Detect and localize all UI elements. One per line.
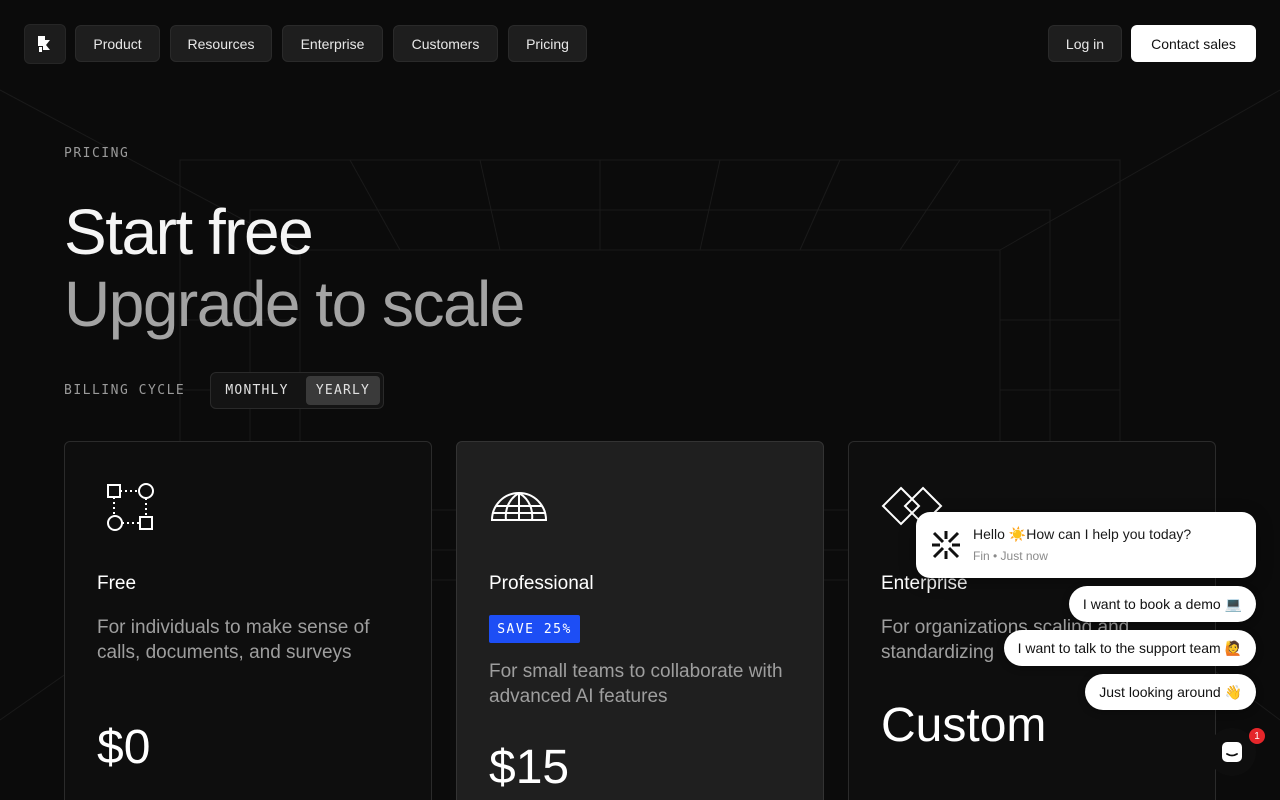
chat-message: Hello ☀️How can I help you today? <box>973 526 1192 542</box>
billing-option-monthly[interactable]: MONTHLY <box>215 376 299 405</box>
quick-reply-looking-around[interactable]: Just looking around 👋 <box>1085 674 1256 710</box>
hero-title-line1: Start free <box>64 196 314 268</box>
quick-reply-book-demo[interactable]: I want to book a demo 💻 <box>1068 586 1256 622</box>
globe-icon <box>490 492 548 521</box>
billing-option-yearly[interactable]: YEARLY <box>306 376 380 405</box>
nav-item-resources[interactable]: Resources <box>170 25 272 62</box>
nodes-icon <box>107 483 154 531</box>
login-button[interactable]: Log in <box>1048 25 1122 62</box>
brand-logo-button[interactable] <box>24 24 66 64</box>
nav-item-pricing[interactable]: Pricing <box>508 25 587 62</box>
plan-description: For small teams to collaborate with adva… <box>489 661 783 707</box>
chat-icon <box>1222 742 1242 762</box>
pricing-eyebrow: PRICING <box>64 146 130 161</box>
fin-avatar-icon <box>932 531 960 559</box>
chat-greeting-bubble[interactable]: Hello ☀️How can I help you today? Fin • … <box>916 512 1256 578</box>
plan-description: For individuals to make sense of calls, … <box>97 617 370 663</box>
plan-price: $15 <box>489 741 570 794</box>
billing-cycle-label: BILLING CYCLE <box>64 383 186 398</box>
plan-card-free: Free For individuals to make sense of ca… <box>64 441 432 800</box>
plan-title: Free <box>97 573 137 594</box>
billing-cycle-toggle: MONTHLY YEARLY <box>210 372 384 409</box>
notification-count-badge: 1 <box>1249 728 1265 744</box>
contact-sales-button[interactable]: Contact sales <box>1131 25 1256 62</box>
quick-reply-support-team[interactable]: I want to talk to the support team 🙋 <box>1003 630 1256 666</box>
plan-title: Professional <box>489 573 594 594</box>
plan-price: Custom <box>881 699 1047 752</box>
save-badge: SAVE 25% <box>489 615 580 643</box>
brand-logo-icon <box>38 36 50 52</box>
nav-item-enterprise[interactable]: Enterprise <box>282 25 383 62</box>
plan-card-professional: Professional SAVE 25% For small teams to… <box>456 441 824 800</box>
plan-price: $0 <box>97 721 151 774</box>
chat-meta: Fin • Just now <box>973 549 1048 563</box>
nav-item-customers[interactable]: Customers <box>393 25 498 62</box>
nav-item-product[interactable]: Product <box>75 25 160 62</box>
top-navigation: Product Resources Enterprise Customers P… <box>24 24 1256 64</box>
hero-title-line2: Upgrade to scale <box>64 268 525 340</box>
